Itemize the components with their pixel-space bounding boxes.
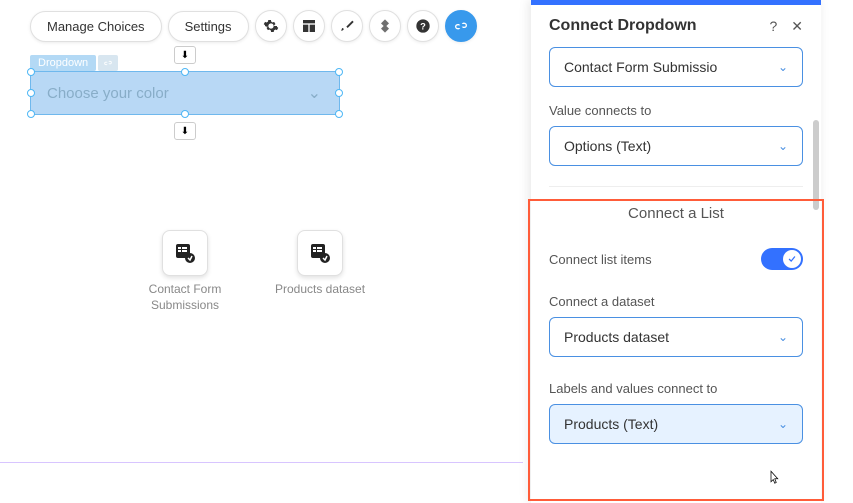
canvas-datasets: Contact Form Submissions Products datase… [135,230,370,313]
value-connects-label: Value connects to [549,103,803,118]
dataset-label: Contact Form Submissions [135,282,235,313]
connect-dropdown-panel: Connect Dropdown ? ✕ Contact Form Submis… [531,0,821,503]
help-icon[interactable]: ? [769,18,777,35]
connect-icon [453,18,469,34]
chevron-down-icon: ⌄ [778,330,788,344]
layout-icon [301,18,317,34]
close-icon[interactable]: ✕ [791,18,803,35]
chevron-down-icon: ⌄ [308,83,321,103]
chevron-down-icon: ⌄ [778,139,788,153]
connect-icon [103,58,113,68]
brush-icon [339,18,355,34]
resize-handle[interactable] [181,110,189,118]
select-value: Options (Text) [564,138,651,154]
check-icon [787,254,797,264]
connect-list-items-row: Connect list items [549,248,803,270]
element-connect-tag[interactable] [98,55,118,71]
element-type-tag: Dropdown [30,55,96,71]
dataset-select[interactable]: Contact Form Submissio ⌄ [549,47,803,87]
dataset-icon [297,230,343,276]
toggle-knob [783,250,801,268]
labels-values-select[interactable]: Products (Text) ⌄ [549,404,803,444]
value-connects-select[interactable]: Options (Text) ⌄ [549,126,803,166]
panel-body: Contact Form Submissio ⌄ Value connects … [531,47,821,495]
resize-handle[interactable] [335,110,343,118]
panel-header: Connect Dropdown ? ✕ [531,5,821,47]
labels-values-label: Labels and values connect to [549,381,803,396]
resize-handle[interactable] [27,110,35,118]
section-divider [0,462,523,463]
resize-handle[interactable] [27,68,35,76]
chevron-down-icon: ⌄ [778,417,788,431]
diamond-icon [377,18,393,34]
connect-dataset-select[interactable]: Products dataset ⌄ [549,317,803,357]
dropdown-placeholder: Choose your color [47,85,169,102]
stretch-handle-bottom[interactable]: ⬇ [174,122,196,140]
svg-text:?: ? [420,21,426,31]
toggle-label: Connect list items [549,252,652,267]
gear-icon [263,18,279,34]
chevron-down-icon: ⌄ [778,60,788,74]
resize-handle[interactable] [181,68,189,76]
select-value: Products dataset [564,329,669,345]
resize-handle[interactable] [27,89,35,97]
connect-data-icon-button[interactable] [445,10,477,42]
connect-dataset-label: Connect a dataset [549,294,803,309]
help-icon: ? [415,18,431,34]
gear-icon-button[interactable] [255,10,287,42]
layout-icon-button[interactable] [293,10,325,42]
help-icon-button[interactable]: ? [407,10,439,42]
connect-list-toggle[interactable] [761,248,803,270]
select-value: Products (Text) [564,416,658,432]
dataset-icon [162,230,208,276]
manage-choices-button[interactable]: Manage Choices [30,11,162,42]
design-icon-button[interactable] [331,10,363,42]
connect-list-header: Connect a List [549,186,803,230]
animation-icon-button[interactable] [369,10,401,42]
dataset-contact-form[interactable]: Contact Form Submissions [135,230,235,313]
scrollbar[interactable] [813,120,819,210]
dropdown-preview[interactable]: Choose your color ⌄ ⬇ ⬇ [30,71,340,115]
dataset-products[interactable]: Products dataset [270,230,370,313]
selected-dropdown-element[interactable]: Dropdown Choose your color ⌄ ⬇ ⬇ [30,55,340,115]
dataset-label: Products dataset [275,282,365,298]
settings-button[interactable]: Settings [168,11,249,42]
select-value: Contact Form Submissio [564,59,717,75]
floating-toolbar: Manage Choices Settings ? [30,10,477,42]
resize-handle[interactable] [335,68,343,76]
stretch-handle-top[interactable]: ⬇ [174,46,196,64]
resize-handle[interactable] [335,89,343,97]
panel-title: Connect Dropdown [549,17,697,35]
